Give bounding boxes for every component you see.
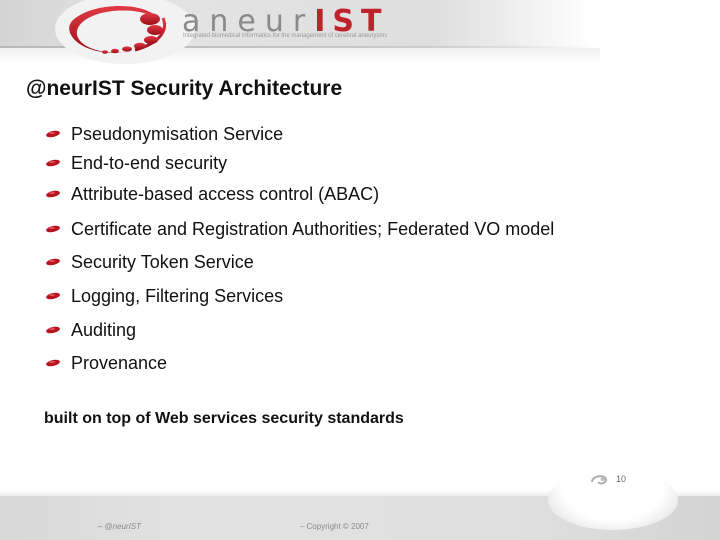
red-oval-bullet-icon — [46, 326, 60, 334]
red-oval-bullet-icon — [46, 359, 60, 367]
dash-icon: – — [98, 522, 103, 531]
swirl-page-icon — [591, 475, 608, 485]
footer-bulge — [548, 470, 678, 530]
page-number: 10 — [616, 474, 627, 484]
red-oval-bullet-icon — [46, 130, 60, 138]
red-oval-bullet-icon — [46, 190, 60, 198]
bullet-text: Logging, Filtering Services — [71, 285, 284, 306]
red-oval-bullet-icon — [46, 225, 60, 233]
red-oval-bullet-icon — [46, 258, 60, 266]
bullet-item: Security Token Service — [45, 250, 645, 274]
bullet-text: Security Token Service — [71, 251, 254, 272]
footer-left-text: @neurIST — [104, 522, 142, 531]
footnote-statement: built on top of Web services security st… — [44, 410, 404, 427]
footer-project-name: – @neurIST — [98, 522, 141, 531]
bullet-item: Certificate and Registration Authorities… — [45, 217, 645, 241]
bullet-text: Auditing — [71, 319, 137, 340]
bullet-text: Provenance — [71, 352, 168, 373]
bullet-item: Attribute-based access control (ABAC) — [45, 182, 645, 206]
bullet-text: Attribute-based access control (ABAC) — [71, 183, 380, 204]
red-oval-bullet-icon — [46, 159, 60, 167]
bullet-text: Pseudonymisation Service — [71, 123, 284, 144]
red-oval-bullet-icon — [46, 292, 60, 300]
dash-icon: – — [300, 522, 305, 531]
brand-tagline: Integrated biomedical informatics for th… — [183, 33, 388, 39]
footer-copyright: – Copyright © 2007 — [300, 522, 369, 531]
bullet-item: Logging, Filtering Services — [45, 284, 645, 308]
bullet-item: Pseudonymisation Service — [45, 122, 645, 146]
red-swirl-logo-icon — [69, 5, 166, 54]
bullet-text: Certificate and Registration Authorities… — [71, 218, 555, 239]
bullet-text: End-to-end security — [71, 152, 228, 173]
bullet-item: End-to-end security — [45, 151, 645, 175]
slide-title: @neurIST Security Architecture — [26, 77, 343, 100]
footer-right-text: Copyright © 2007 — [306, 522, 369, 531]
bullet-item: Provenance — [45, 351, 645, 375]
bullet-item: Auditing — [45, 318, 645, 342]
